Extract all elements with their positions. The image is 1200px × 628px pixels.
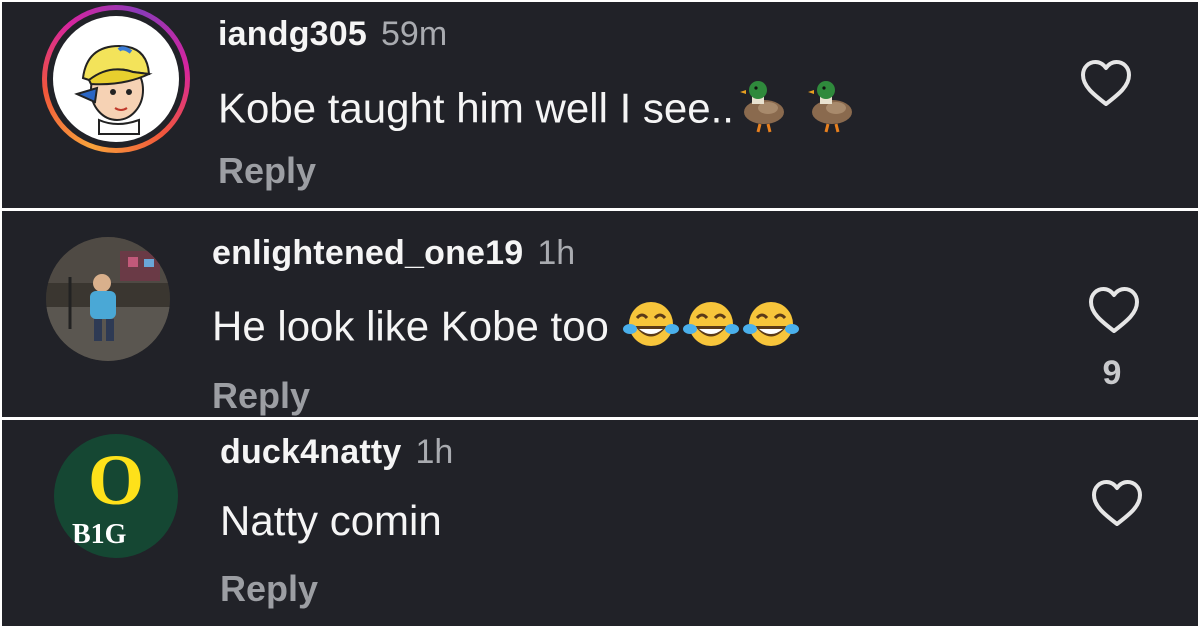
comment-body: Natty comin: [220, 497, 442, 544]
tears-of-joy-emoji-icon: [622, 299, 679, 360]
comment-item: O B1G duck4natty 1h Natty comin Reply: [2, 420, 1198, 626]
oregon-logo: O: [87, 440, 144, 520]
comment-header: enlightened_one19 1h: [212, 233, 575, 273]
big-ten-badge: B1G: [72, 519, 127, 550]
timestamp: 1h: [537, 234, 576, 272]
timestamp: 1h: [415, 433, 454, 471]
heart-outline-icon[interactable]: [1090, 478, 1144, 528]
avatar[interactable]: O B1G: [54, 434, 178, 558]
cartoon-kid-avatar-icon: [74, 44, 153, 135]
username[interactable]: enlightened_one19: [212, 234, 523, 272]
comment-header: duck4natty 1h: [220, 432, 453, 472]
comment-header: iandg305 59m: [218, 14, 447, 54]
timestamp: 59m: [381, 15, 448, 53]
comment-item: iandg305 59m Kobe taught him well I see..: [2, 2, 1198, 208]
duck-emoji-icon: [738, 78, 792, 145]
tears-of-joy-emoji-icon: [742, 299, 799, 360]
reply-button[interactable]: Reply: [218, 150, 316, 192]
reply-button[interactable]: Reply: [212, 375, 310, 417]
username[interactable]: duck4natty: [220, 433, 402, 471]
comment-body: Kobe taught him well I see..: [218, 84, 734, 132]
comment-text: Kobe taught him well I see..: [218, 78, 860, 145]
comment-body: He look like Kobe too: [212, 302, 609, 350]
avatar[interactable]: [53, 16, 179, 142]
like-count: 9: [1102, 354, 1122, 392]
photo-child-avatar-icon: [46, 237, 170, 361]
avatar[interactable]: [46, 237, 170, 361]
duck-emoji-icon: [806, 78, 860, 145]
comment-text: Natty comin: [220, 496, 442, 546]
comment-text: He look like Kobe too: [212, 299, 799, 360]
comment-item: enlightened_one19 1h He look like Kobe to…: [2, 211, 1198, 417]
tears-of-joy-emoji-icon: [682, 299, 739, 360]
reply-button[interactable]: Reply: [220, 568, 318, 610]
heart-outline-icon[interactable]: [1087, 285, 1141, 335]
heart-outline-icon[interactable]: [1079, 58, 1133, 108]
username[interactable]: iandg305: [218, 15, 367, 53]
